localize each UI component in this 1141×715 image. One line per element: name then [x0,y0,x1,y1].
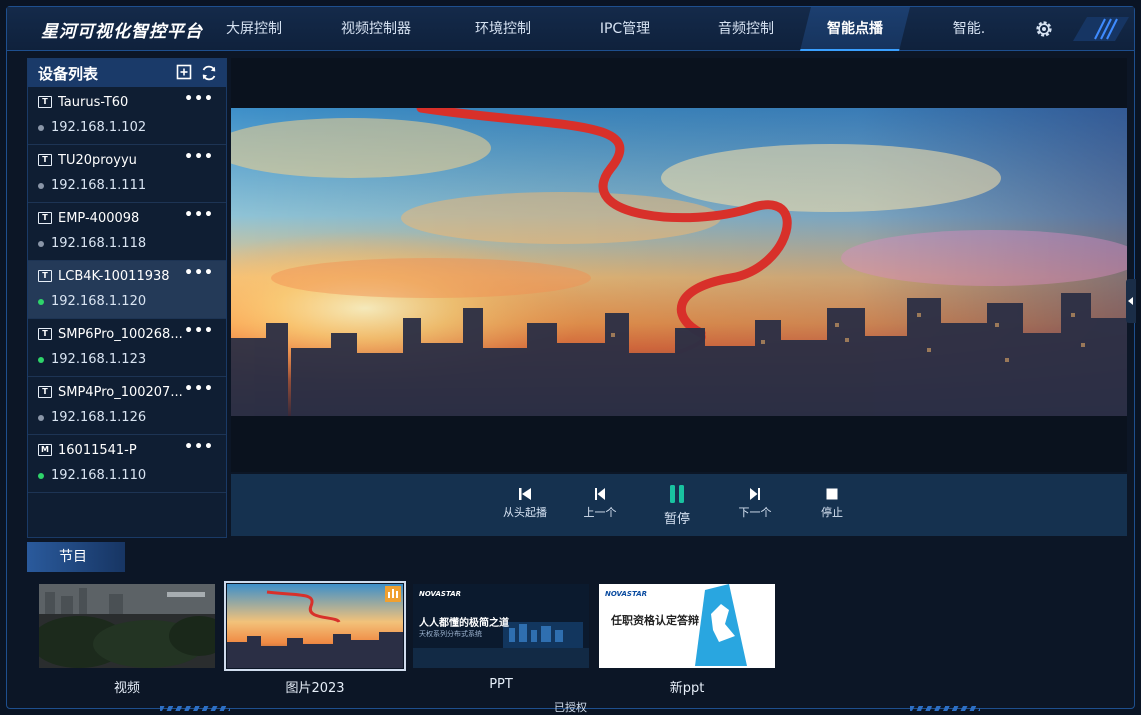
tab-audio-control[interactable]: 音频控制 [705,7,787,51]
device-type-icon: T [38,154,52,166]
skip-to-start-icon [495,486,555,502]
ppt-thumb-brand: NOVASTAR [419,590,461,598]
pause-icon [647,484,707,504]
add-box-icon[interactable] [176,64,192,82]
decorative-stripes [1073,17,1129,41]
ppt-thumb-title: 人人都懂的极简之道 [419,618,509,629]
status-dot-online [38,298,44,305]
device-item[interactable]: T SMP6Pro_100268... ••• 192.168.1.123 [28,319,226,377]
device-ip: 192.168.1.102 [51,120,147,135]
status-dot-online [38,472,44,479]
previous-button[interactable]: 上一个 [570,486,630,520]
program-label-video: 视频 [113,681,140,696]
device-item[interactable]: T Taurus-T60 ••• 192.168.1.102 [28,87,226,145]
next-button[interactable]: 下一个 [725,486,785,520]
more-options-icon[interactable]: ••• [184,149,214,165]
newppt-thumb-brand: NOVASTAR [605,590,647,598]
pause-label: 暂停 [663,512,690,527]
tab-smart-more[interactable]: 智能. [944,7,994,51]
device-type-icon: T [38,212,52,224]
status-dot-offline [38,182,44,189]
status-dot-offline [38,124,44,131]
device-type-icon: M [38,444,52,456]
device-item[interactable]: T SMP4Pro_100207... ••• 192.168.1.126 [28,377,226,435]
top-nav-bar: 星河可视化智控平台 大屏控制 视频控制器 环境控制 IPC管理 音频控制 智能点… [7,7,1134,51]
preview-screen [231,58,1127,472]
status-dot-online [38,356,44,363]
device-name: Taurus-T60 [58,94,129,110]
device-ip: 192.168.1.120 [51,294,147,309]
stop-button[interactable]: 停止 [802,486,862,520]
status-dot-offline [38,414,44,421]
previous-label: 上一个 [583,506,617,519]
device-name: TU20proyyu [58,152,137,168]
program-section: 节目 视频 图片2023 NOVASTAR 人人都懂的极简之道 天权系列分布式系… [27,540,1127,696]
program-tab[interactable]: 节目 [27,542,125,572]
device-name: 16011541-P [58,442,137,458]
device-list-title: 设备列表 [38,64,99,83]
device-ip: 192.168.1.123 [51,352,147,367]
program-thumb-picture-selected[interactable] [224,581,406,671]
device-item[interactable]: M 16011541-P ••• 192.168.1.110 [28,435,226,493]
device-item[interactable]: T EMP-400098 ••• 192.168.1.118 [28,203,226,261]
device-item[interactable]: T TU20proyyu ••• 192.168.1.111 [28,145,226,203]
device-name: SMP4Pro_100207... [58,384,183,400]
device-name: SMP6Pro_100268... [58,326,183,342]
next-icon [725,486,785,502]
program-label-ppt: PPT [489,677,513,692]
next-label: 下一个 [738,506,772,519]
program-thumb-video[interactable] [39,584,215,668]
program-thumb-new-ppt[interactable]: NOVASTAR 任职资格认定答辩 [599,584,775,668]
previous-icon [570,486,630,502]
program-label-new-ppt: 新ppt [669,681,705,696]
playback-controls: 从头起播 上一个 暂停 下一个 停止 [231,474,1127,536]
device-type-icon: T [38,270,52,282]
device-item-selected[interactable]: T LCB4K-10011938 ••• 192.168.1.120 [28,261,226,319]
more-options-icon[interactable]: ••• [184,439,214,455]
device-ip: 192.168.1.118 [51,236,147,251]
more-options-icon[interactable]: ••• [184,323,214,339]
device-name: LCB4K-10011938 [58,268,170,284]
program-label-picture: 图片2023 [285,681,345,696]
device-type-icon: T [38,96,52,108]
restart-button[interactable]: 从头起播 [495,486,555,520]
pause-button[interactable]: 暂停 [647,484,707,527]
status-dot-offline [38,240,44,247]
program-thumb-ppt[interactable]: NOVASTAR 人人都懂的极简之道 天权系列分布式系统 [413,584,589,668]
refresh-icon[interactable] [200,64,218,82]
tab-smart-vod[interactable]: 智能点播 [800,7,910,51]
stop-label: 停止 [821,506,843,519]
tab-ipc-management[interactable]: IPC管理 [585,7,665,51]
device-ip: 192.168.1.126 [51,410,147,425]
device-type-icon: T [38,328,52,340]
collapse-panel-handle[interactable] [1126,279,1136,323]
license-status: 已授权 [554,701,587,714]
stop-icon [802,486,862,502]
newppt-thumb-title: 任职资格认定答辩 [611,614,699,627]
restart-label: 从头起播 [503,506,547,519]
device-type-icon: T [38,386,52,398]
gear-icon[interactable] [1034,19,1054,39]
device-ip: 192.168.1.111 [51,178,147,193]
more-options-icon[interactable]: ••• [184,91,214,107]
device-name: EMP-400098 [58,210,140,226]
tab-screen-control[interactable]: 大屏控制 [219,7,289,51]
device-ip: 192.168.1.110 [51,468,147,483]
device-list-panel: 设备列表 T Taurus-T60 ••• 192.168.1.102 T TU… [27,58,227,538]
tab-video-controller[interactable]: 视频控制器 [331,7,421,51]
ppt-thumb-subtitle: 天权系列分布式系统 [419,630,482,638]
more-options-icon[interactable]: ••• [184,207,214,223]
device-list-header: 设备列表 [28,59,226,87]
more-options-icon[interactable]: ••• [184,265,214,281]
preview-image [231,108,1127,416]
app-title: 星河可视化智控平台 [41,22,203,42]
tab-environment-control[interactable]: 环境控制 [463,7,543,51]
more-options-icon[interactable]: ••• [184,381,214,397]
